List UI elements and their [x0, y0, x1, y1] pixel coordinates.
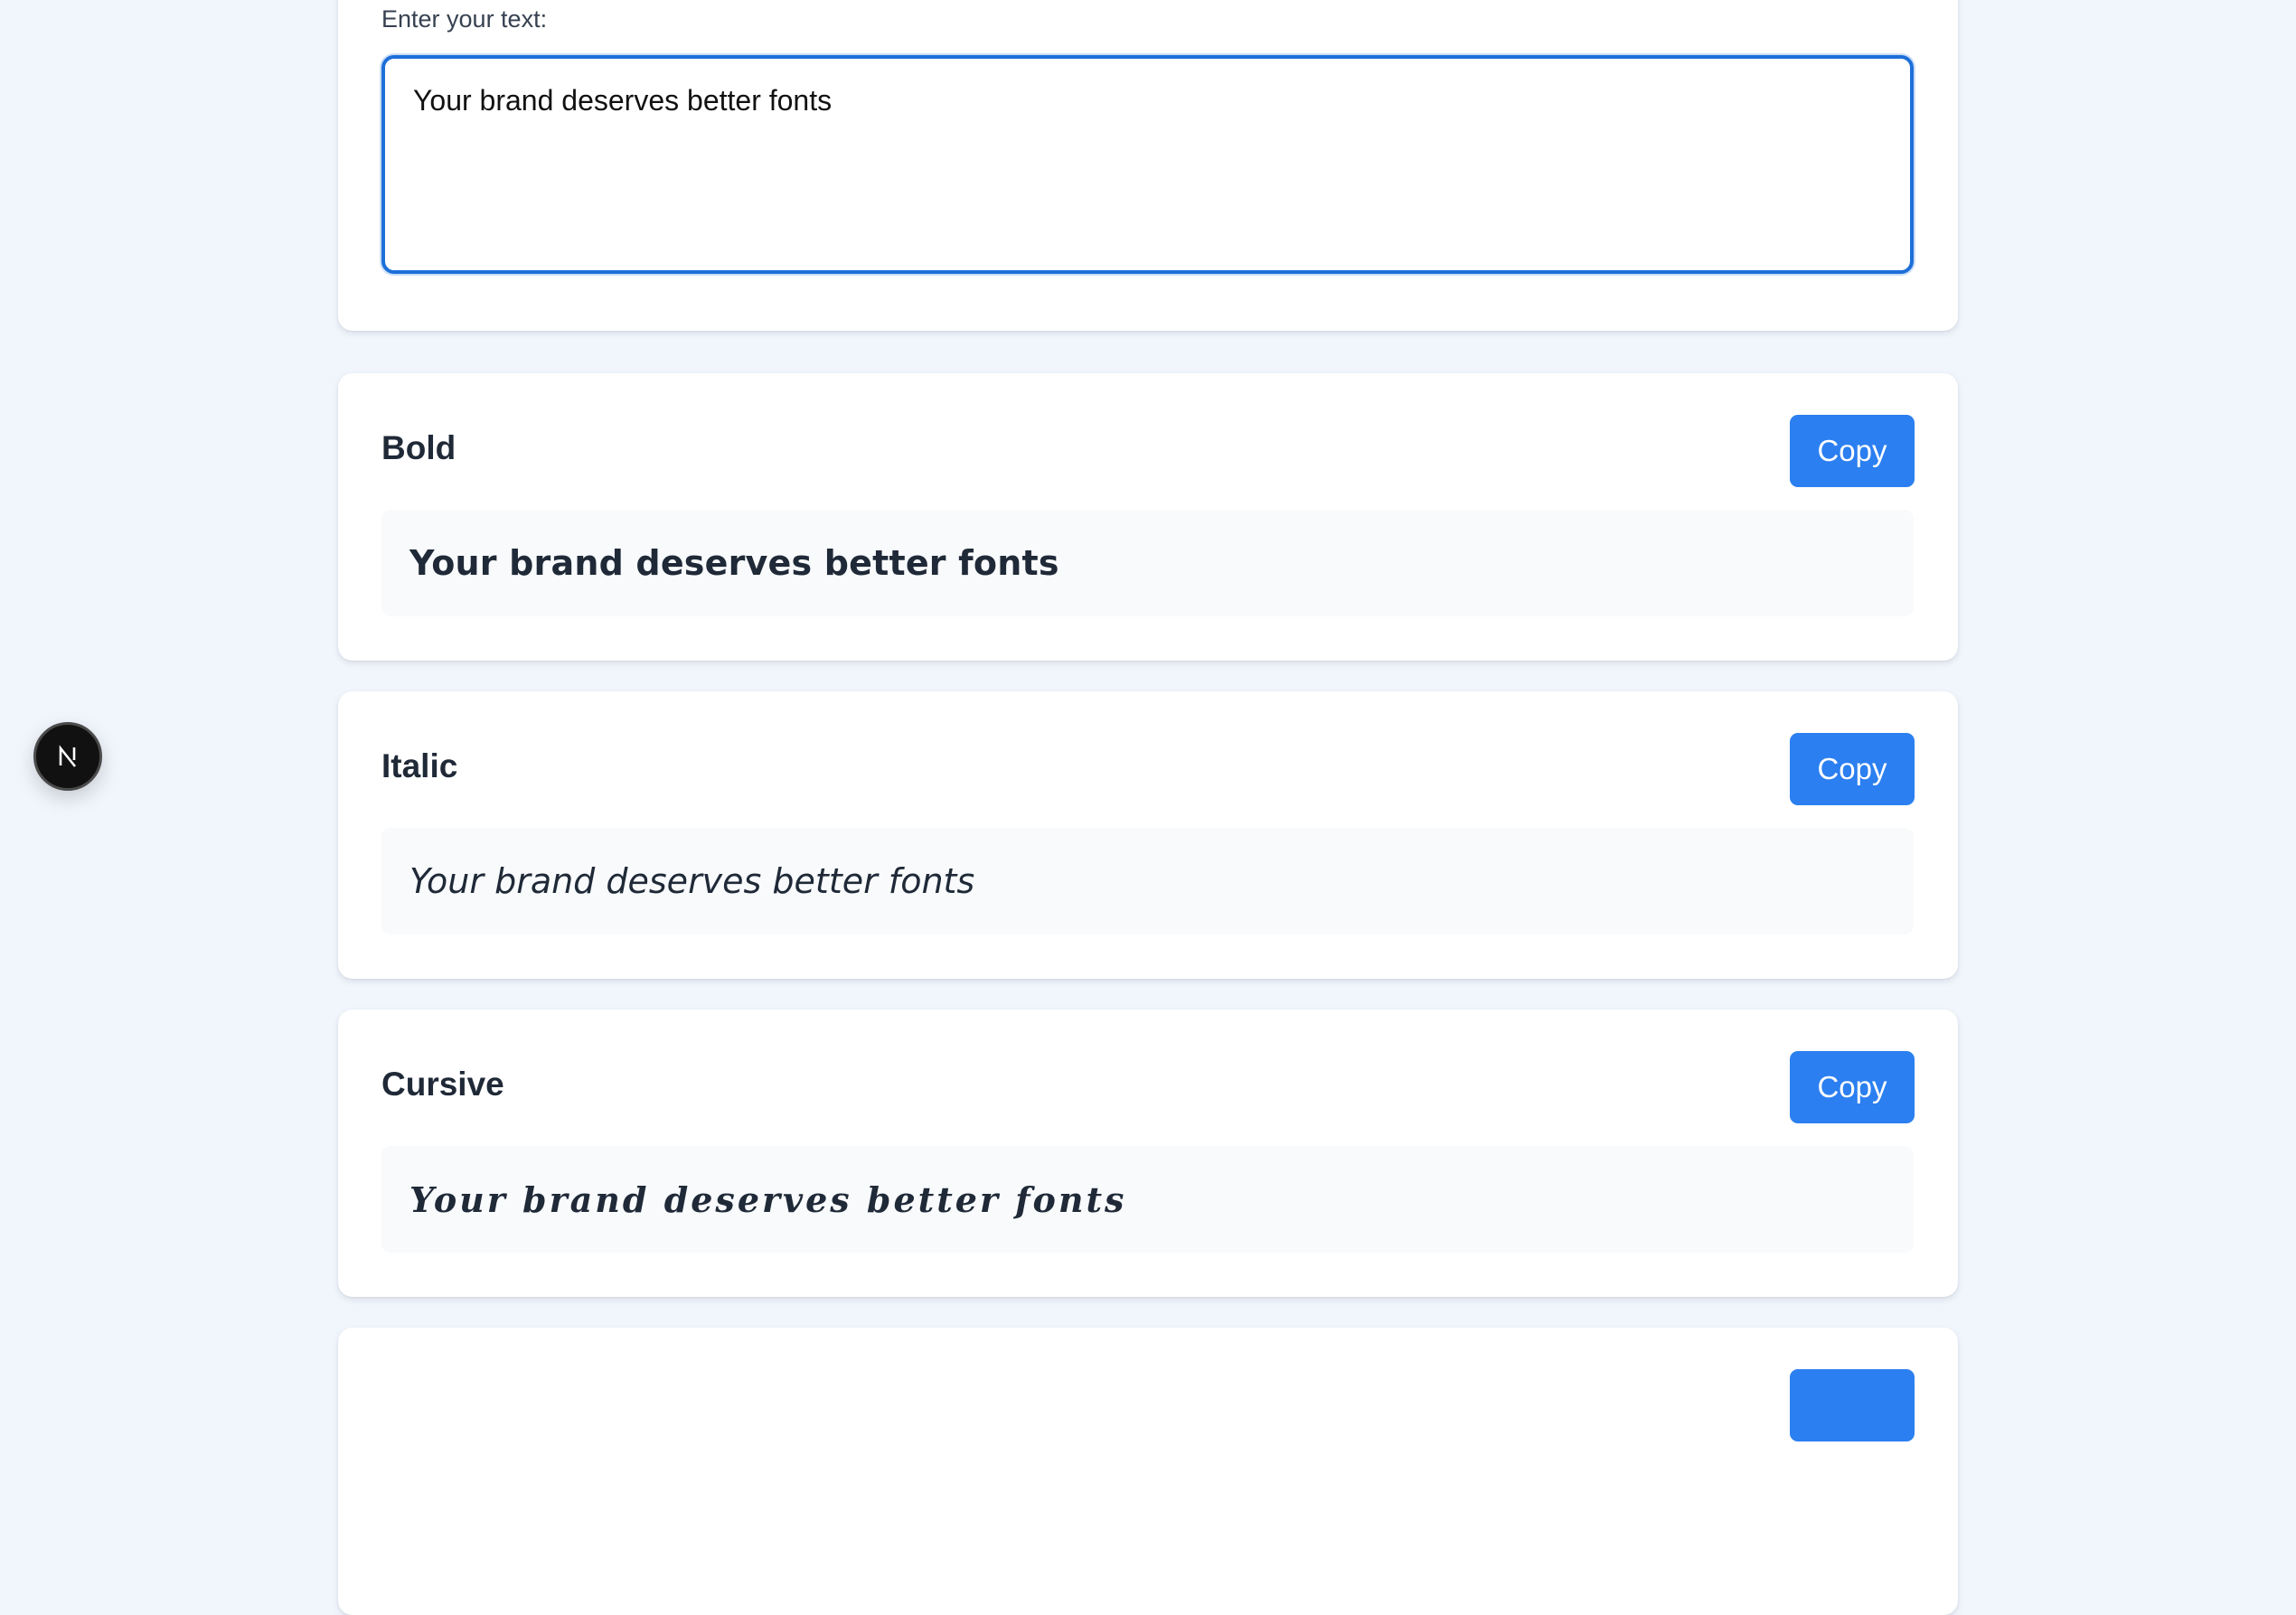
nextjs-logo-icon: [59, 745, 77, 767]
text-input[interactable]: Your brand deserves better fonts: [381, 55, 1914, 274]
style-title: Cursive: [381, 1066, 504, 1103]
style-preview: Your brand deserves better fonts: [381, 828, 1914, 934]
copy-button[interactable]: Copy: [1790, 415, 1915, 487]
style-card-cursive: Cursive Copy Your brand deserves better …: [338, 1009, 1958, 1297]
text-input-card: Enter your text: Your brand deserves bet…: [338, 0, 1958, 331]
nextjs-dev-badge[interactable]: [33, 722, 102, 791]
style-title: Italic: [381, 747, 458, 784]
style-card-next: [338, 1328, 1958, 1615]
style-card-italic: Italic Copy Your brand deserves better f…: [338, 691, 1958, 979]
copy-button[interactable]: Copy: [1790, 1051, 1915, 1123]
style-card-bold: Bold Copy Your brand deserves better fon…: [338, 373, 1958, 661]
input-label: Enter your text:: [381, 5, 548, 33]
style-preview: Your brand deserves better fonts: [381, 510, 1914, 616]
copy-button[interactable]: Copy: [1790, 733, 1915, 805]
copy-button[interactable]: [1790, 1369, 1915, 1441]
style-title: Bold: [381, 429, 456, 466]
style-preview: Your brand deserves better fonts: [381, 1146, 1914, 1253]
